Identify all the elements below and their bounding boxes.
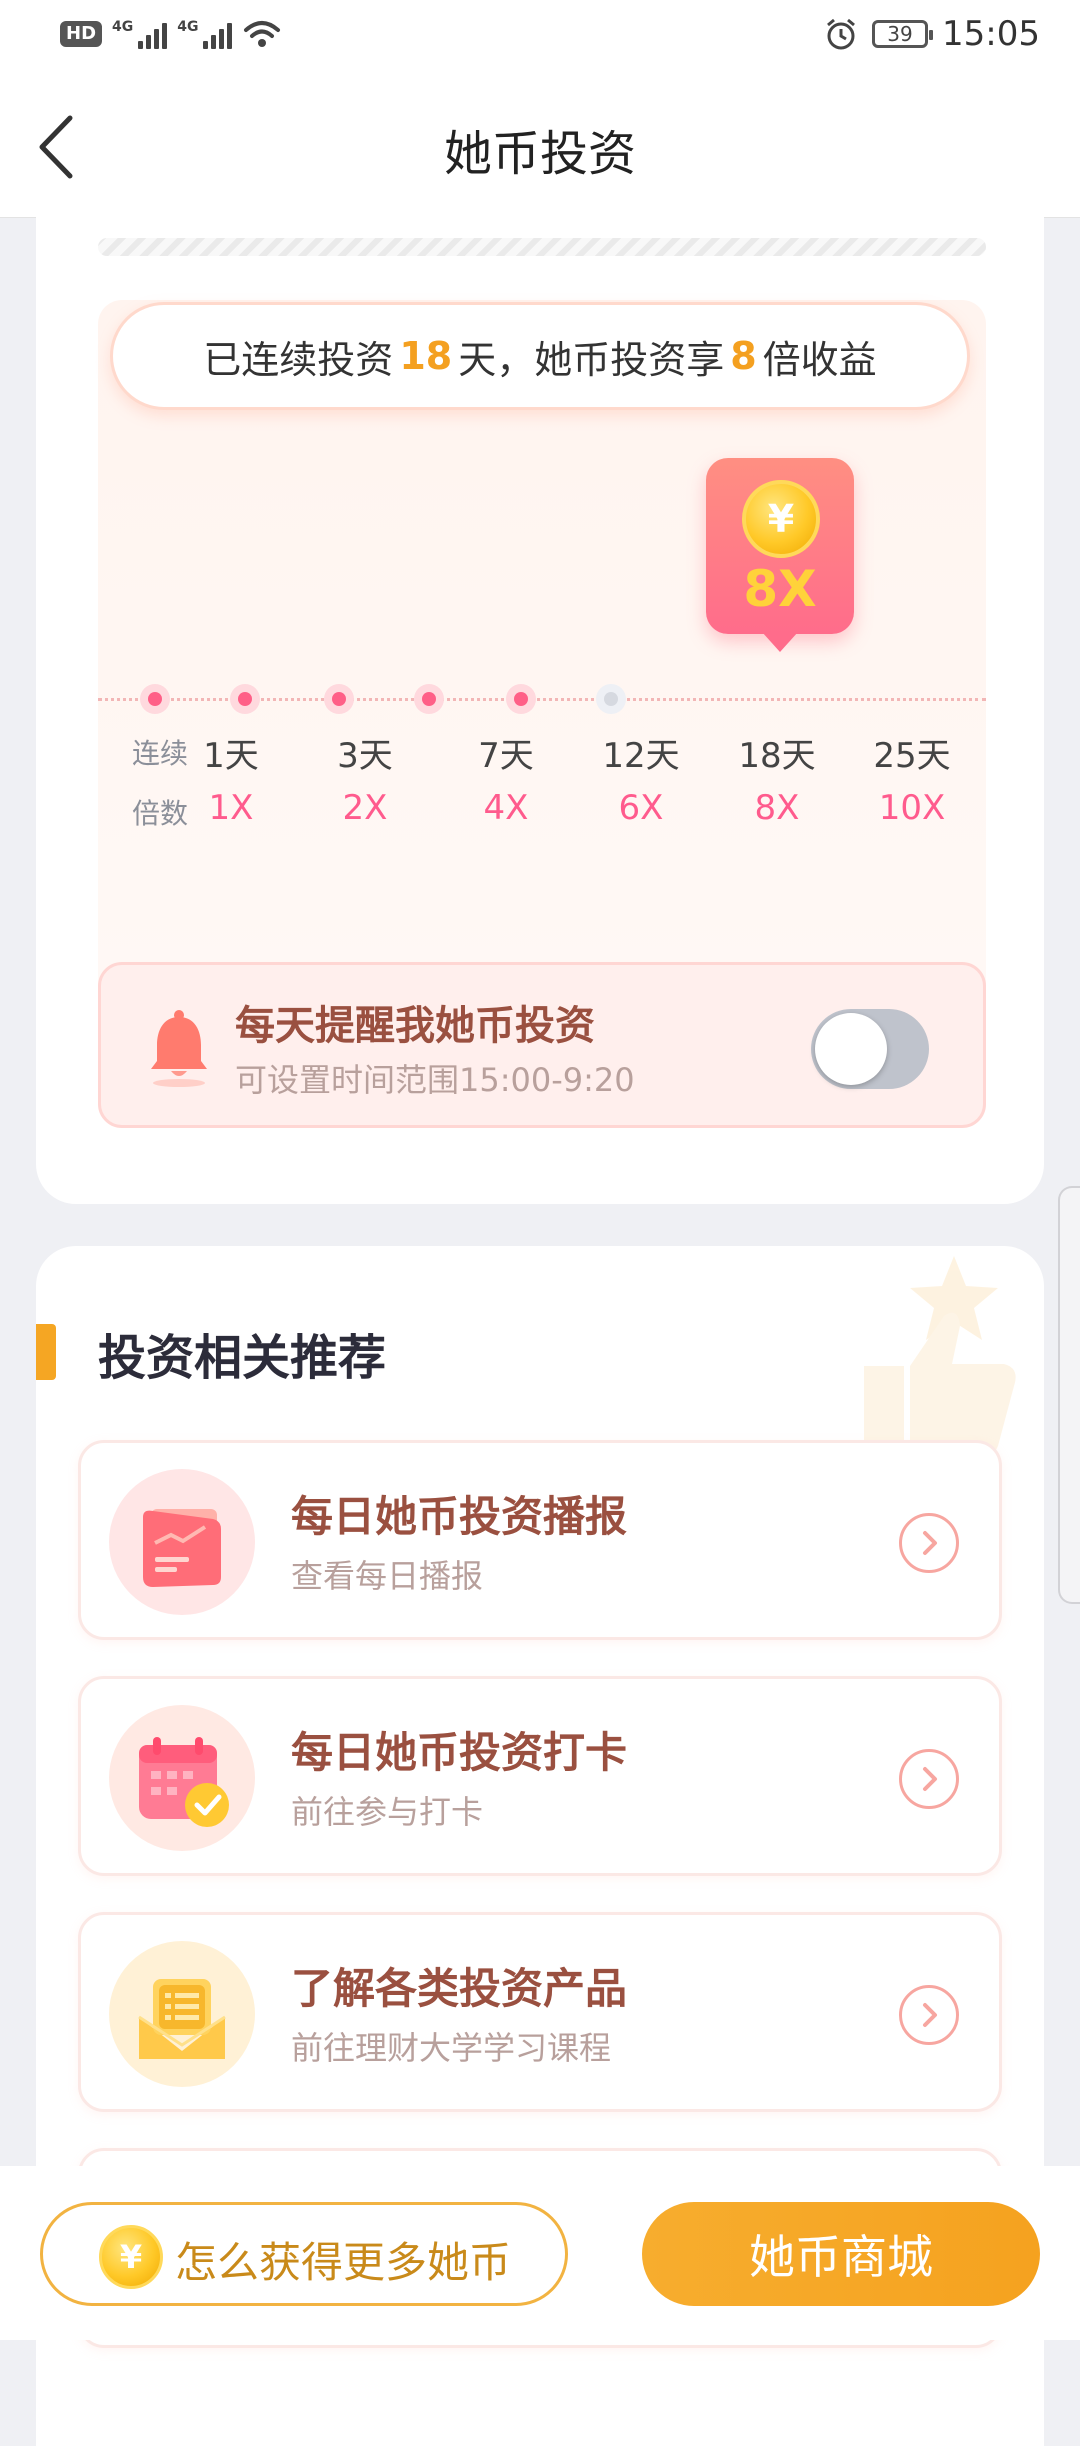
signal-icon-2: 4G (177, 19, 233, 49)
streak-suffix: 倍收益 (762, 337, 877, 382)
item-subtitle: 前往理财大学学习课程 (291, 2029, 612, 2067)
step-day: 1天 (203, 736, 259, 776)
coin-mall-button[interactable]: 她币商城 (642, 2202, 1040, 2306)
item-title: 每日她币投资打卡 (291, 1728, 628, 1777)
product-list-icon (109, 1941, 255, 2087)
wifi-icon (244, 21, 281, 47)
streak-prefix: 已连续投资 (203, 337, 394, 382)
reminder-toggle[interactable] (811, 1009, 929, 1089)
daily-reminder: 每天提醒我她币投资 可设置时间范围15:00-9:20 (98, 962, 986, 1128)
scrollbar[interactable] (1058, 1186, 1080, 1604)
step-multiplier: 1X (208, 788, 254, 828)
hd-icon: HD (60, 21, 103, 47)
decorative-stripe (98, 238, 986, 256)
timeline-dot (506, 684, 536, 714)
network-type: 4G (112, 19, 134, 35)
earn-more-label: 怎么获得更多她币 (175, 2238, 512, 2287)
section-title: 投资相关推荐 (98, 1330, 387, 1386)
item-subtitle: 前往参与打卡 (291, 1793, 484, 1831)
chevron-right-icon[interactable] (899, 1513, 959, 1573)
section-accent-bar (36, 1324, 56, 1380)
item-title: 每日她币投资播报 (291, 1492, 628, 1541)
streak-middle: 天，她币投资享 (458, 337, 725, 382)
streak-multiplier: 8 (730, 334, 757, 378)
clock: 15:05 (942, 14, 1040, 54)
coin-icon: ¥ (99, 2225, 163, 2289)
step-day: 12天 (602, 736, 680, 776)
reminder-subtitle: 可设置时间范围15:00-9:20 (235, 1061, 635, 1099)
timeline-dot (324, 684, 354, 714)
page-title: 她币投资 (443, 126, 636, 182)
recommend-item-report[interactable]: 每日她币投资播报 查看每日播报 (78, 1440, 1002, 1640)
chevron-right-icon[interactable] (899, 1985, 959, 2045)
battery-icon: 39 (872, 20, 934, 48)
toggle-knob (815, 1013, 887, 1085)
step-day: 18天 (738, 736, 816, 776)
streak-summary: 已连续投资 18 天，她币投资享 8 倍收益 (110, 302, 970, 410)
step-multiplier: 4X (483, 788, 529, 828)
earn-more-coins-button[interactable]: ¥ 怎么获得更多她币 (40, 2202, 568, 2306)
battery-level: 39 (887, 22, 913, 46)
status-bar: HD 4G 4G 39 15:05 (0, 0, 1080, 72)
status-left: HD 4G 4G (60, 18, 282, 50)
step-multiplier: 10X (878, 788, 946, 828)
recommend-item-checkin[interactable]: 每日她币投资打卡 前往参与打卡 (78, 1676, 1002, 1876)
recommend-item-products[interactable]: 了解各类投资产品 前往理财大学学习课程 (78, 1912, 1002, 2112)
timeline-dot (414, 684, 444, 714)
header: 她币投资 (0, 72, 1080, 218)
step-multiplier: 8X (754, 788, 800, 828)
item-subtitle: 查看每日播报 (291, 1557, 484, 1595)
step-day: 7天 (478, 736, 534, 776)
calendar-check-icon (109, 1705, 255, 1851)
step-multiplier: 2X (342, 788, 388, 828)
signal-icon: 4G (112, 19, 168, 49)
network-type-2: 4G (177, 19, 199, 35)
current-multiplier-badge: ¥ 8X (706, 458, 854, 652)
bell-icon (151, 1010, 207, 1087)
timeline-dot-inactive (596, 684, 626, 714)
investment-streak-card: 已连续投资 18 天，她币投资享 8 倍收益 ¥ 8X 连续 倍数 1天 3天 … (36, 200, 1044, 1204)
timeline-dot (230, 684, 260, 714)
step-day: 25天 (873, 736, 951, 776)
report-card-icon (109, 1469, 255, 1615)
coin-icon: ¥ (742, 480, 820, 558)
streak-days: 18 (399, 334, 453, 378)
reminder-title: 每天提醒我她币投资 (235, 1003, 595, 1049)
step-day: 3天 (337, 736, 393, 776)
timeline-dot (140, 684, 170, 714)
alarm-icon (827, 18, 855, 50)
step-multiplier: 6X (618, 788, 664, 828)
thumbs-up-star-icon (864, 1256, 1016, 1456)
item-title: 了解各类投资产品 (291, 1964, 628, 2013)
bottom-action-bar: ¥ 怎么获得更多她币 她币商城 (0, 2166, 1080, 2340)
chevron-right-icon[interactable] (899, 1749, 959, 1809)
badge-multiplier: 8X (743, 560, 817, 618)
status-right: 39 15:05 (824, 14, 1040, 54)
